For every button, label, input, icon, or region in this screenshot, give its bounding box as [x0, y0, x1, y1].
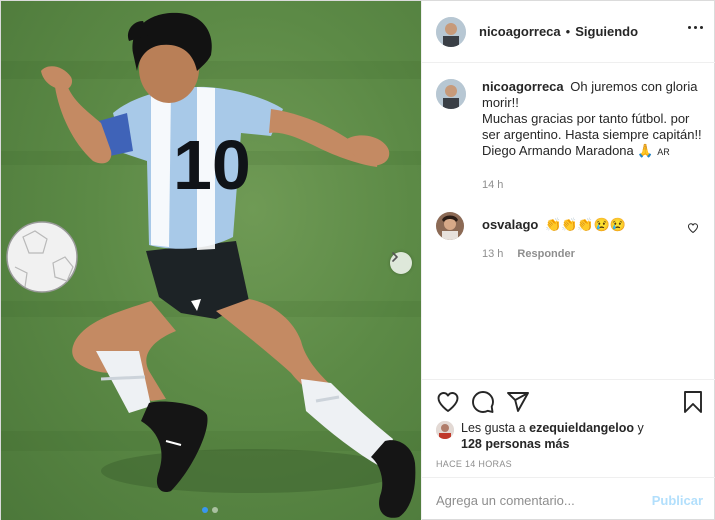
avatar[interactable]: [436, 16, 466, 47]
profile-photo: [436, 79, 466, 109]
maradona-photo: 10: [1, 12, 421, 518]
flag-ar: AR: [657, 147, 670, 157]
comment-input[interactable]: [436, 492, 636, 508]
comment-meta: 13 h Responder: [482, 246, 702, 262]
post-photo[interactable]: 10: [1, 1, 421, 520]
heart-icon[interactable]: [436, 390, 460, 414]
header-separator: •: [565, 24, 571, 39]
likes-prefix: Les gusta a: [461, 421, 526, 435]
likes-count-button[interactable]: 128 personas más: [461, 437, 569, 451]
comment-like-heart-icon[interactable]: [687, 222, 699, 234]
likes-conj: y: [637, 421, 644, 435]
avatar[interactable]: [436, 212, 464, 240]
post-header: nicoagorreca • Siguiendo: [422, 1, 715, 63]
caption-line-3: Diego Armando Maradona 🙏: [482, 143, 654, 158]
likes-text: Les gusta a ezequieldangeloo y 128 perso…: [461, 420, 644, 452]
caption-username[interactable]: nicoagorreca: [482, 79, 564, 94]
liker-photo: [436, 421, 454, 439]
chevron-right-icon: [392, 252, 398, 262]
comment-body: osvalago 👏👏👏😢😢 13 h Responder: [482, 212, 702, 262]
bookmark-icon[interactable]: [682, 390, 704, 414]
caption-body: nicoagorreca Oh juremos con gloria morir…: [482, 79, 702, 193]
comment-icon[interactable]: [471, 390, 495, 414]
publish-button[interactable]: Publicar: [652, 493, 703, 508]
following-button[interactable]: Siguiendo: [575, 24, 638, 39]
action-icons: [436, 390, 704, 414]
post-timestamp[interactable]: HACE 14 HORAS: [436, 459, 512, 469]
author-username[interactable]: nicoagorreca: [479, 24, 561, 39]
post-sidebar: nicoagorreca • Siguiendo nicoagorreca Oh…: [421, 1, 715, 520]
caption-meta: 14 h: [482, 177, 702, 193]
comment-text: 👏👏👏😢😢: [544, 217, 626, 232]
add-comment-form: Publicar: [422, 477, 715, 520]
caption-line-2: Muchas gracias por tanto fútbol. por ser…: [482, 111, 702, 142]
likes-summary: Les gusta a ezequieldangeloo y 128 perso…: [436, 420, 644, 452]
comment-time[interactable]: 13 h: [482, 246, 503, 262]
more-options-icon[interactable]: [688, 26, 703, 29]
carousel-next-button[interactable]: [390, 252, 412, 274]
profile-photo: [436, 16, 466, 47]
carousel-dot: [212, 507, 218, 513]
post-actions: Les gusta a ezequieldangeloo y 128 perso…: [422, 379, 715, 520]
carousel-dot-active: [202, 507, 208, 513]
reply-button[interactable]: Responder: [517, 246, 574, 262]
football: [6, 221, 78, 293]
liker-avatar[interactable]: [436, 421, 454, 439]
comment-item: osvalago 👏👏👏😢😢 13 h Responder: [436, 212, 703, 262]
share-paper-plane-icon[interactable]: [506, 390, 530, 414]
comment-username[interactable]: osvalago: [482, 217, 538, 232]
svg-text:10: 10: [173, 126, 251, 204]
liker-username[interactable]: ezequieldangeloo: [529, 421, 634, 435]
caption-time[interactable]: 14 h: [482, 177, 503, 193]
carousel-indicator: [202, 507, 218, 513]
instagram-post: 10 nicoagorreca • Siguiendo nicoagorreca…: [0, 0, 715, 520]
caption: nicoagorreca Oh juremos con gloria morir…: [436, 79, 703, 193]
profile-photo: [436, 212, 464, 240]
comments-section: nicoagorreca Oh juremos con gloria morir…: [422, 63, 715, 379]
avatar[interactable]: [436, 79, 466, 109]
